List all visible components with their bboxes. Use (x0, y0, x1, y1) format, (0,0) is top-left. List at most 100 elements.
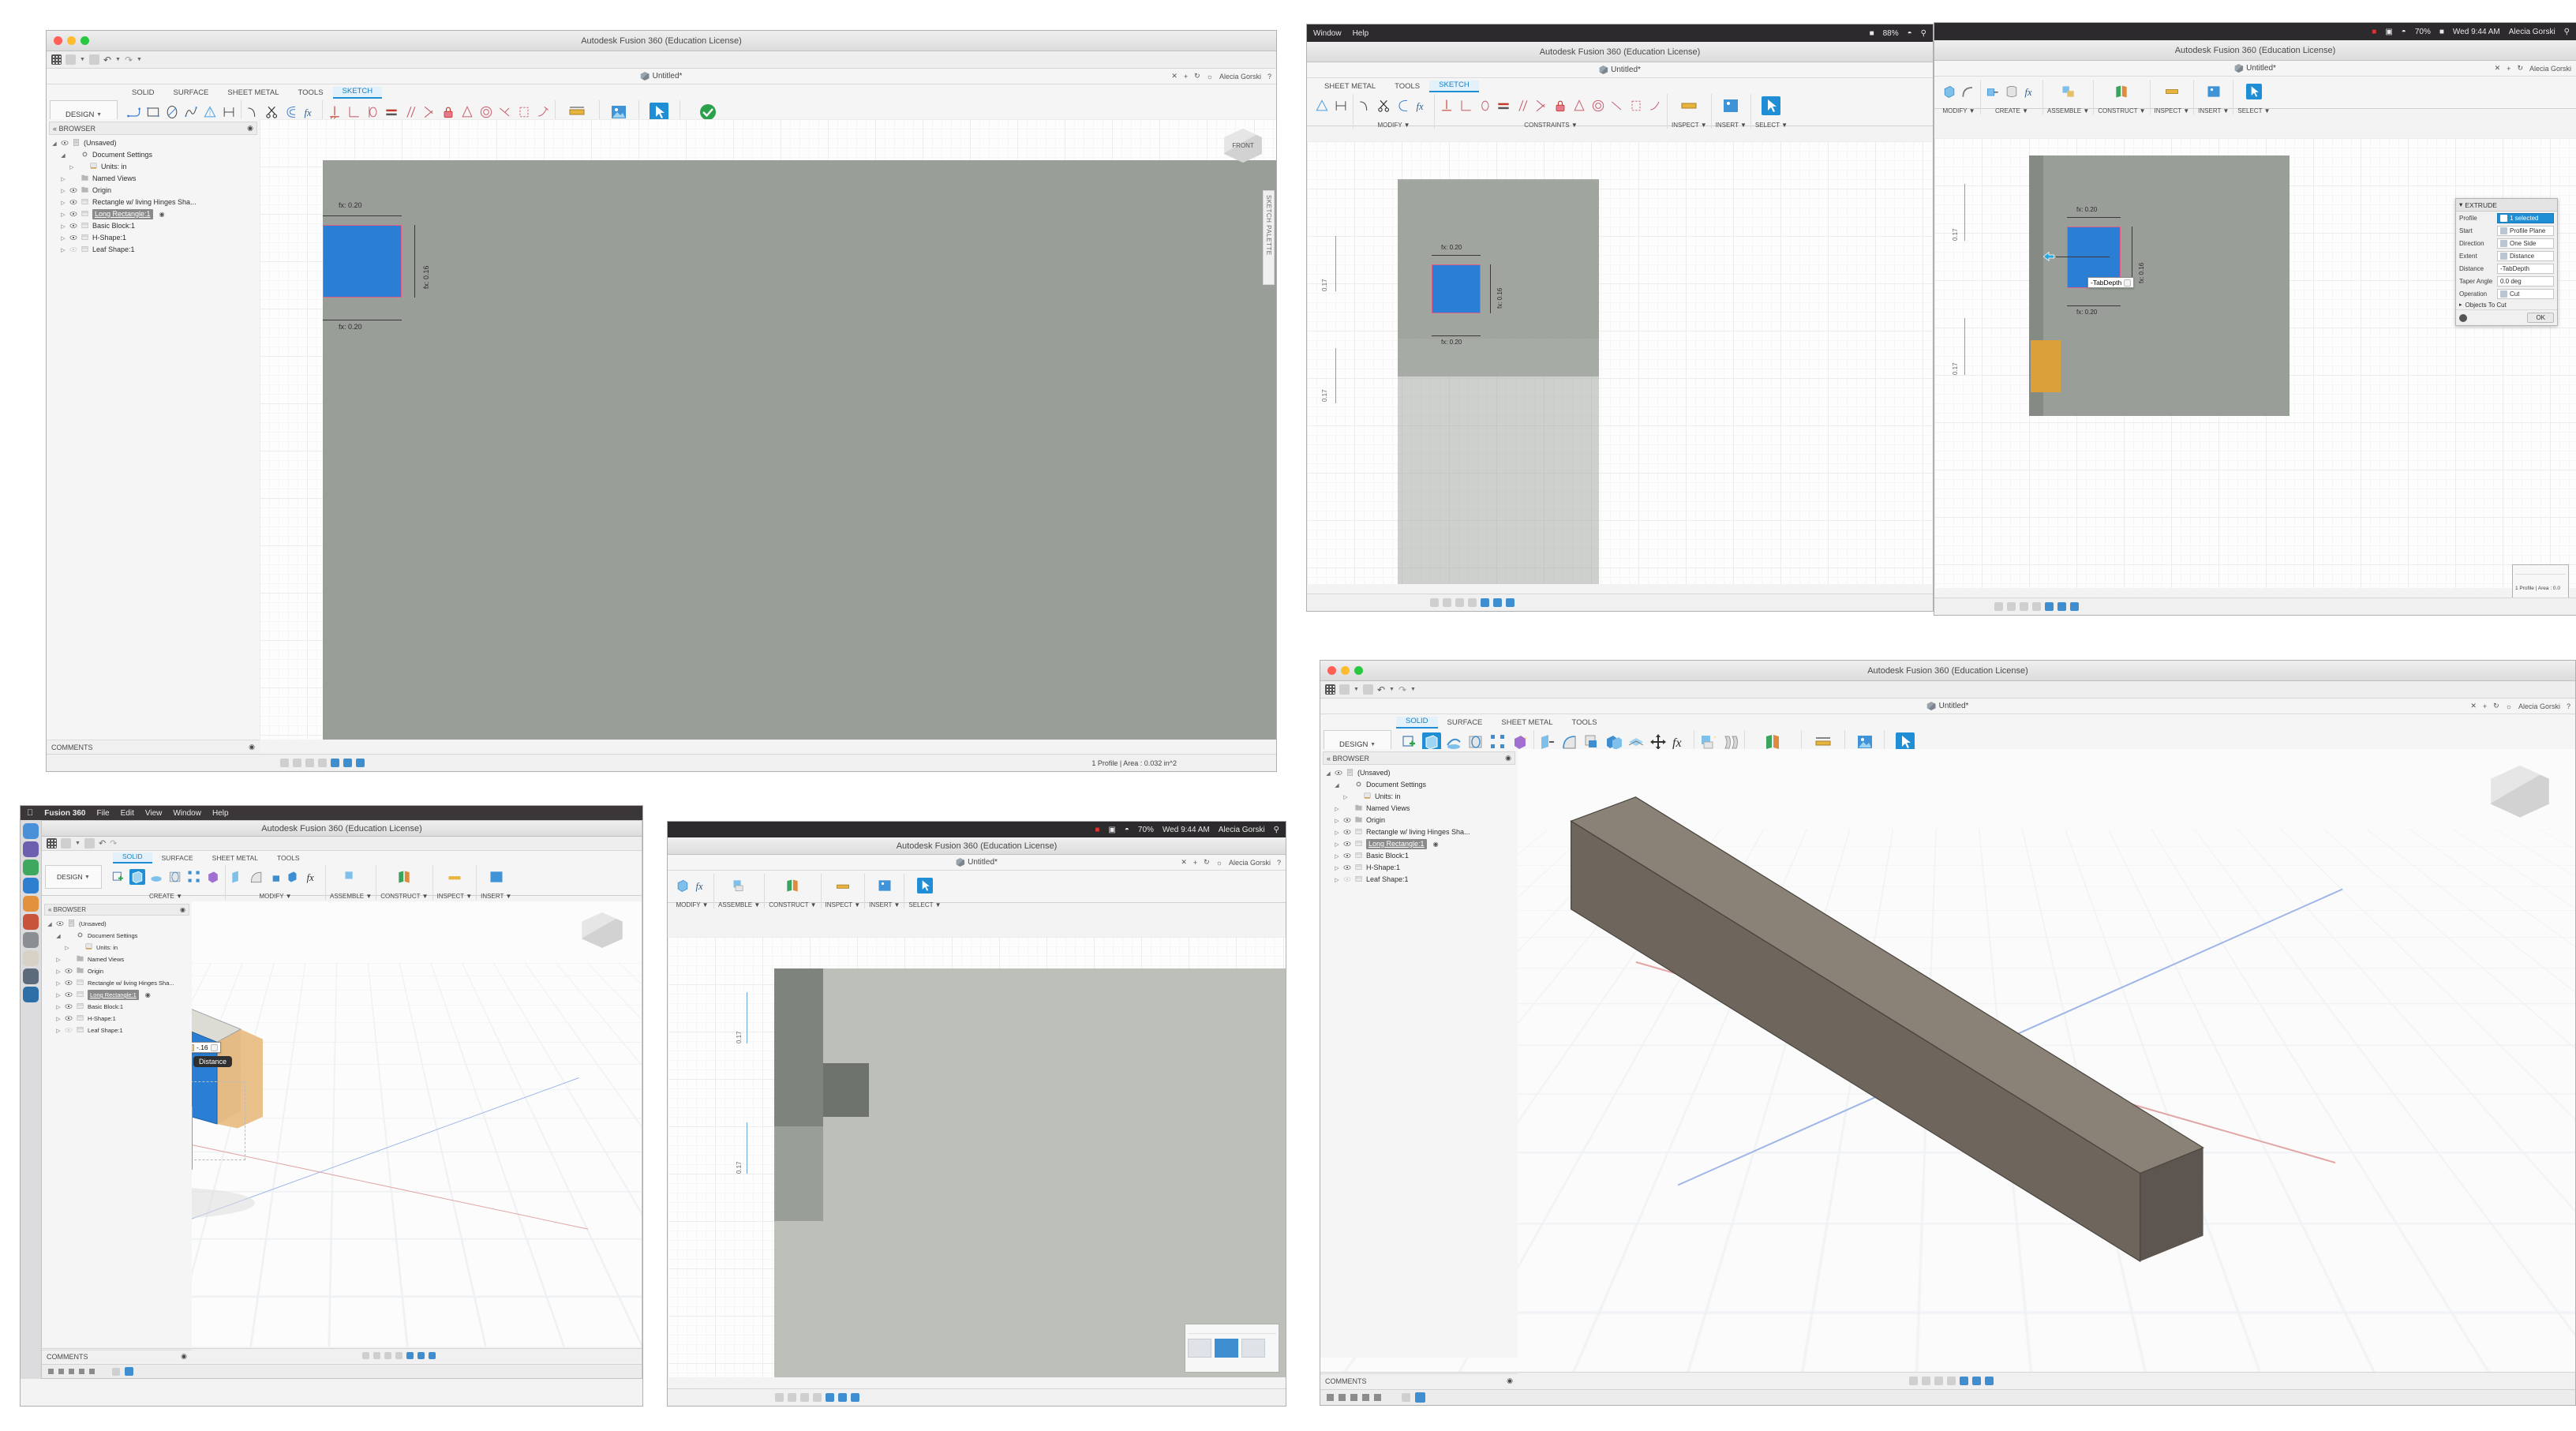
constraint-perpendicular-icon[interactable] (346, 104, 361, 120)
extrude-icon[interactable] (1985, 84, 2001, 99)
ribbon-6[interactable]: fx MODIFY ▼ ASSEMBLE ▼ CONSTRUCT ▼ INSPE… (668, 871, 1286, 908)
extrude-dialog-footer[interactable]: OK (2456, 309, 2557, 325)
ribbon-group-create-2[interactable] (1310, 94, 1354, 129)
chevron-right-icon[interactable]: ▸ (2459, 302, 2462, 308)
navigation-bar-3[interactable] (1994, 602, 2079, 611)
add-tab-icon[interactable]: + (1193, 859, 1197, 867)
notification-badge-icon[interactable]: ■ (2372, 28, 2376, 36)
titlebar-5[interactable]: Autodesk Fusion 360 (Education License) (42, 821, 642, 837)
tree-item-long-rectangle-1[interactable]: ▷ Long Rectangle:1 ◉ (47, 989, 192, 1001)
constraint-parallel-icon[interactable] (402, 104, 418, 120)
ribbon-5[interactable]: SOLID SURFACE SHEET METAL TOOLS DESIGN ▼ (42, 851, 642, 900)
ribbon-group-assemble-3[interactable]: ASSEMBLE ▼ (2043, 80, 2095, 114)
visibility-eye-icon[interactable] (1335, 770, 1342, 777)
redo-icon[interactable]: ↷ (1398, 684, 1406, 695)
tab-solid-5[interactable]: SOLID (113, 852, 152, 863)
ribbon-group-insert-6[interactable]: INSERT ▼ (865, 874, 905, 908)
extrude-row-value[interactable]: Cut (2497, 288, 2554, 299)
timeline-feature-extrude-icon[interactable] (1415, 1392, 1425, 1403)
battery-icon[interactable]: ■ (1870, 29, 1874, 38)
tree-item-rectangle-w-living-hinges-sha[interactable]: ▷ Rectangle w/ living Hinges Sha... (47, 977, 192, 989)
quick-access-toolbar-5[interactable]: ▼ ↶ ↷ (42, 837, 642, 851)
dim-label-right-2[interactable]: fx: 0.16 (1496, 288, 1503, 309)
ribbon-group-create-5[interactable]: CREATE ▼ (107, 865, 226, 900)
tree-item-units-in[interactable]: ▷ Units: in (51, 161, 260, 173)
browser-panel-5[interactable]: « BROWSER ◉ ◢ (Unsaved) ◢ Document Settings… (42, 901, 192, 1347)
chevron-down-icon[interactable]: ▼ (1354, 687, 1359, 692)
constraint-parallel-icon[interactable] (1515, 98, 1530, 114)
zoom-tool-icon[interactable] (2020, 602, 2028, 611)
mac-user[interactable]: Alecia Gorski (2509, 28, 2555, 36)
tree-item-leaf-shape-1[interactable]: ▷ Leaf Shape:1 (47, 1025, 192, 1036)
sketch-palette-tab[interactable]: SKETCH PALETTE (1263, 190, 1275, 285)
tree-item-long-rectangle-1[interactable]: ▷ Long Rectangle:1 ◉ (51, 208, 260, 220)
status-bar-3[interactable] (1934, 597, 2576, 615)
selected-profile-2[interactable] (1432, 264, 1481, 313)
wifi-icon[interactable]: ◓ (2402, 28, 2406, 36)
viewports-icon[interactable] (851, 1393, 859, 1402)
status-bar-2[interactable] (1307, 594, 1933, 611)
menu-fusion360[interactable]: Fusion 360 (44, 809, 85, 818)
refresh-icon[interactable]: ↻ (2493, 702, 2499, 710)
add-tab-icon[interactable]: + (2507, 65, 2510, 73)
dim-label-bottom[interactable]: fx: 0.20 (339, 323, 362, 331)
view-cube[interactable]: FRONT (1222, 127, 1264, 163)
traffic-lights-4[interactable] (1320, 666, 1363, 675)
fusion-inner-window[interactable]: Autodesk Fusion 360 (Education License) … (41, 820, 642, 1379)
visibility-eye-icon[interactable] (61, 140, 69, 147)
visibility-eye-icon[interactable] (69, 211, 77, 218)
window-solid-3d[interactable]: Autodesk Fusion 360 (Education License) … (1320, 660, 2576, 1406)
refresh-icon[interactable]: ↻ (1204, 858, 1210, 867)
constraint-curvature-icon[interactable] (1647, 98, 1663, 114)
undo-icon[interactable]: ↶ (99, 838, 106, 848)
view-cube-4[interactable] (2488, 763, 2552, 819)
chevron-right-icon[interactable]: ▷ (1334, 806, 1340, 812)
visibility-eye-icon[interactable] (65, 1015, 73, 1022)
spline-icon[interactable] (183, 104, 199, 120)
menu-help[interactable]: Help (1353, 29, 1369, 38)
ribbon-group-inspect-5[interactable]: INSPECT ▼ (433, 865, 477, 900)
orbit-icon[interactable] (775, 1393, 784, 1402)
tab-solid-4[interactable]: SOLID (1396, 717, 1438, 729)
dock-icon-notes[interactable] (23, 950, 39, 966)
dock-icon-photos[interactable] (23, 896, 39, 912)
constraint-collinear-icon[interactable] (1609, 98, 1625, 114)
ribbon-group-insert-3[interactable]: INSERT ▼ (2194, 80, 2234, 114)
tab-tools-2[interactable]: TOOLS (1385, 82, 1429, 92)
pan-icon[interactable] (1443, 598, 1451, 607)
timeline-first-icon[interactable] (48, 1369, 54, 1374)
ribbon-group-select-2[interactable]: SELECT ▼ (1751, 94, 1792, 129)
dim-label-left-upper-6[interactable]: 0.17 (736, 1031, 743, 1043)
extrude-row-taper-angle[interactable]: Taper Angle 0.0 deg (2456, 275, 2557, 287)
new-sketch-icon[interactable] (110, 869, 126, 885)
tab-sketch[interactable]: SKETCH (332, 87, 383, 99)
viewports-icon[interactable] (1985, 1377, 1994, 1385)
titlebar-6[interactable]: Autodesk Fusion 360 (Education License) (668, 837, 1286, 855)
grid-settings-icon[interactable] (417, 1352, 425, 1359)
comments-bar[interactable]: COMMENTS ◉ (47, 740, 260, 754)
save-icon[interactable] (1362, 684, 1373, 695)
notification-icon[interactable]: ☼ (1216, 859, 1222, 867)
window-sketch-main[interactable]: Autodesk Fusion 360 (Education License) … (46, 30, 1277, 772)
viewports-icon[interactable] (429, 1352, 436, 1359)
tab-tools-4[interactable]: TOOLS (1563, 718, 1607, 729)
document-actions-3[interactable]: ✕ + ↻ Alecia Gorski (2495, 64, 2571, 73)
ribbon-group-constraints-2[interactable]: CONSTRAINTS ▼ (1435, 94, 1668, 129)
visibility-eye-icon[interactable] (1352, 793, 1360, 800)
ribbon-group-select-3[interactable]: SELECT ▼ (2233, 80, 2274, 114)
titlebar[interactable]: Autodesk Fusion 360 (Education License) (47, 31, 1276, 51)
mac-menubar-4[interactable]: ■ ▣ ◓ 70% Wed 9:44 AM Alecia Gorski ⚲ (668, 822, 1286, 837)
ribbon-group-insert-2[interactable]: INSERT ▼ (1712, 94, 1751, 129)
fx-parameters-icon[interactable]: fx (305, 869, 321, 885)
timeline-feature-extrude-icon[interactable] (125, 1367, 133, 1376)
tree-item-document-settings[interactable]: ◢ Document Settings (51, 149, 260, 161)
ribbon-group-insert-5[interactable]: INSERT ▼ (477, 865, 515, 900)
chevron-right-icon[interactable]: ▷ (69, 164, 75, 170)
fit-icon[interactable] (2032, 602, 2041, 611)
undo-icon[interactable]: ↶ (103, 54, 111, 66)
constraint-equal-icon[interactable] (1496, 98, 1511, 114)
mac-status-items-1[interactable]: ■ ▣ ◓ 70% ■ Wed 9:44 AM Alecia Gorski ⚲ (2372, 28, 2570, 36)
mini-preview-panel-6[interactable] (1185, 1324, 1279, 1373)
timeline-feature-sketch-icon[interactable] (1402, 1393, 1410, 1402)
constraint-symmetry-icon[interactable] (1571, 98, 1587, 114)
